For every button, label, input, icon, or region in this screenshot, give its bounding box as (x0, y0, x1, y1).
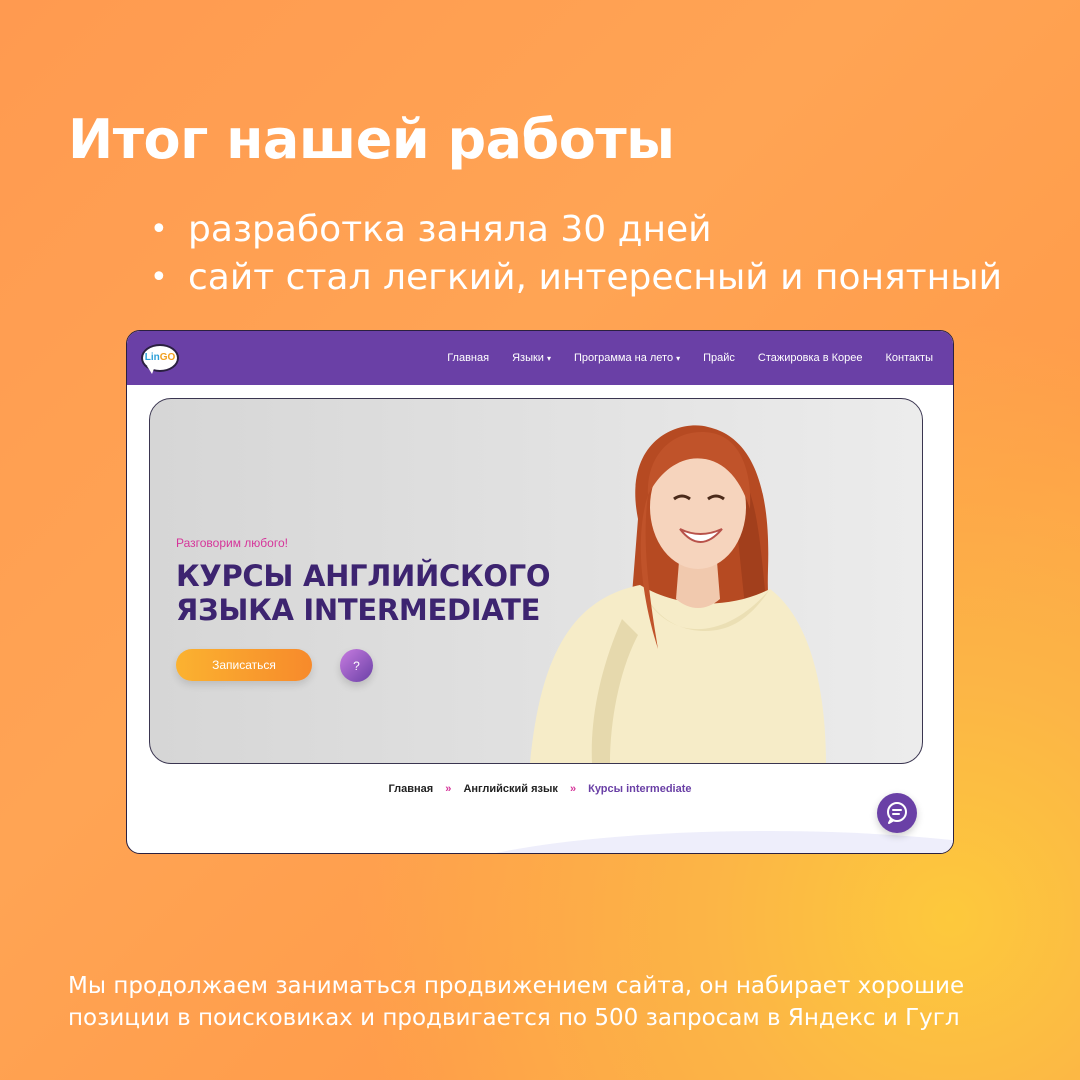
nav-item-korea-internship[interactable]: Стажировка в Корее (758, 352, 863, 364)
breadcrumb-separator: » (569, 783, 577, 795)
result-bullets: • разработка заняла 30 дней • сайт стал … (150, 206, 1002, 302)
nav-menu: Главная Языки ▾ Программа на лето ▾ Прайс … (424, 331, 933, 385)
bullet-text: сайт стал легкий, интересный и понятный (188, 257, 1003, 298)
smiling-woman-photo (530, 425, 826, 763)
breadcrumb-english[interactable]: Английский язык (463, 783, 557, 795)
nav-item-home[interactable]: Главная (447, 352, 489, 364)
bullet-dot: • (150, 212, 168, 247)
signup-button[interactable]: Записаться (176, 649, 312, 681)
footer-note: Мы продолжаем заниматься продвижением са… (68, 973, 965, 1031)
breadcrumb: Главная » Английский язык » Курсы interm… (127, 783, 953, 795)
bullet-dot: • (150, 260, 168, 295)
nav-item-contacts[interactable]: Контакты (885, 352, 933, 364)
slide-title: Итог нашей работы (68, 108, 675, 171)
breadcrumb-home[interactable]: Главная (388, 783, 433, 795)
help-button[interactable]: ? (340, 649, 373, 682)
hero-eyebrow: Разговорим любого! (176, 536, 288, 550)
chevron-down-icon: ▾ (546, 354, 551, 363)
nav-item-prices[interactable]: Прайс (703, 352, 735, 364)
website-screenshot: LinGO Главная Языки ▾ Программа на лето ▾ … (126, 330, 954, 854)
site-navbar: LinGO Главная Языки ▾ Программа на лето ▾ … (127, 331, 953, 385)
logo-bubble-tail (147, 366, 155, 374)
hero-banner: Разговорим любого! КУРСЫ АНГЛИЙСКОГО ЯЗЫ… (149, 398, 923, 764)
chat-button[interactable] (877, 793, 917, 833)
breadcrumb-separator: » (445, 783, 452, 795)
chat-bubble-icon (887, 802, 907, 824)
breadcrumb-current: Курсы intermediate (588, 783, 692, 795)
bullet-item: • разработка заняла 30 дней (150, 206, 1002, 254)
nav-item-summer-program[interactable]: Программа на лето ▾ (574, 352, 680, 364)
nav-item-languages[interactable]: Языки ▾ (512, 352, 551, 364)
hero-title: КУРСЫ АНГЛИЙСКОГО ЯЗЫКА INTERMEDIATE (176, 559, 551, 627)
chevron-down-icon: ▾ (676, 354, 681, 363)
bullet-text: разработка заняла 30 дней (188, 209, 712, 250)
bullet-item: • сайт стал легкий, интересный и понятны… (150, 254, 1002, 302)
decorative-wave (417, 831, 953, 853)
